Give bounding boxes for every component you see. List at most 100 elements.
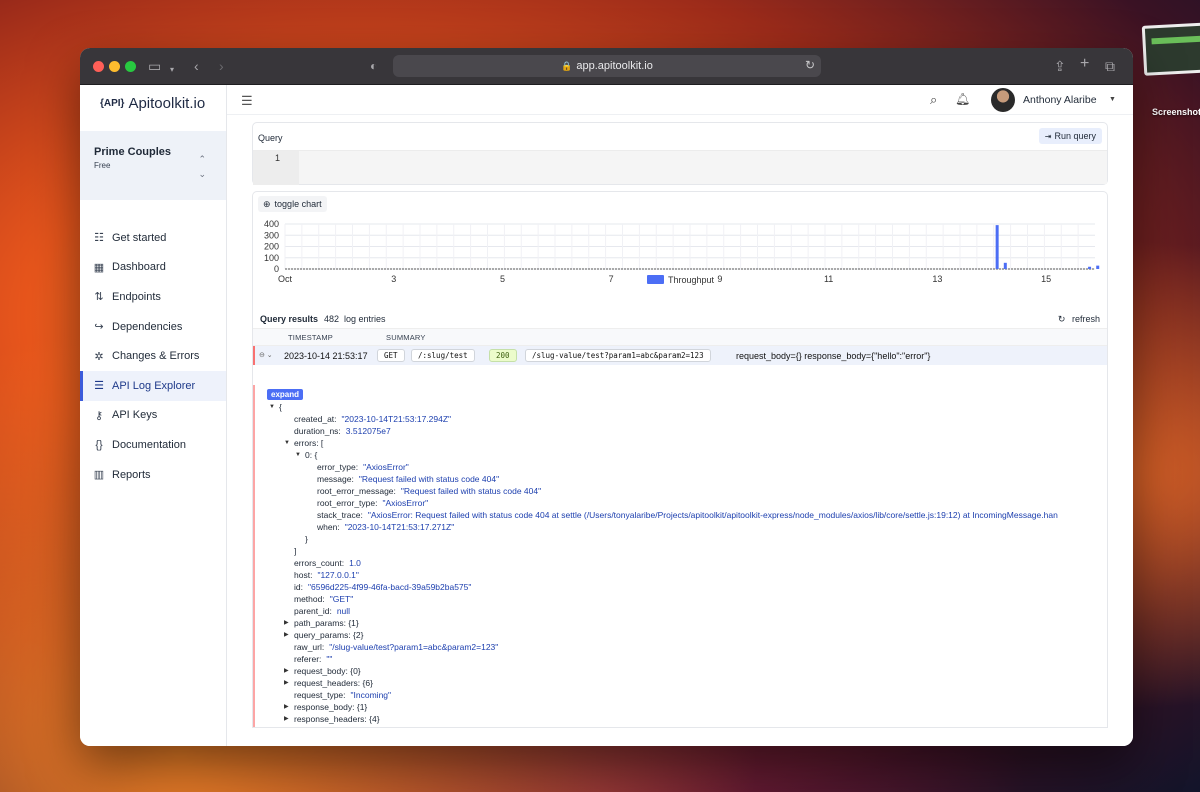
chart-y-tick-label: 200: [264, 242, 279, 252]
new-tab-icon[interactable]: +: [1080, 55, 1089, 73]
sidebar-item-api-keys[interactable]: ⚷ API Keys: [80, 401, 226, 431]
json-tree-line: stack_trace: "AxiosError: Request failed …: [317, 509, 1058, 521]
sidebar-item-get-started[interactable]: ☷ Get started: [80, 223, 226, 253]
chart-x-axis: Oct 3 5 7 9 11 13 15: [278, 274, 1051, 284]
caret-right-icon[interactable]: ▶: [284, 677, 289, 689]
json-key: errors_count:: [294, 558, 345, 568]
json-tree-line[interactable]: ▶ request_headers: {6}: [284, 677, 373, 689]
sidebar-item-reports[interactable]: ▥ Reports: [80, 460, 226, 490]
sidebar-item-changes-errors[interactable]: ✲ Changes & Errors: [80, 341, 226, 371]
json-key: when:: [317, 522, 340, 532]
refresh-button[interactable]: ↻ refresh: [1058, 314, 1100, 325]
chart-y-tick-label: 400: [264, 219, 279, 229]
column-summary: SUMMARY: [386, 333, 426, 342]
caret-right-icon[interactable]: ▶: [284, 713, 289, 725]
menu-icon[interactable]: ☰: [241, 93, 253, 109]
query-editor[interactable]: 1: [253, 150, 1107, 185]
key-icon: ⚷: [94, 409, 104, 422]
json-tree-line[interactable]: ▶ path_params: {1}: [284, 617, 359, 629]
minimize-window-button[interactable]: [109, 61, 120, 72]
app-logo[interactable]: {API} Apitoolkit.io: [80, 85, 226, 122]
user-name[interactable]: Anthony Alaribe: [1023, 94, 1097, 106]
results-entries-label: log entries: [344, 314, 386, 324]
search-icon[interactable]: ⌕: [930, 92, 937, 108]
bell-icon[interactable]: 🔔︎: [955, 92, 970, 106]
refresh-icon: ↻: [1057, 314, 1066, 324]
caret-right-icon[interactable]: ▶: [284, 701, 289, 713]
chart-panel: ⊕ toggle chart 400 300 200 100 0 Oct 3 5 7 9 11 13…: [252, 191, 1108, 315]
chart-bar: [1096, 265, 1100, 269]
json-key: 0: {: [305, 450, 318, 460]
desktop-screenshot-thumbnail[interactable]: [1141, 22, 1200, 76]
top-bar: ☰ ⌕ 🔔︎ Anthony Alaribe ▼: [227, 85, 1133, 115]
json-value: "": [326, 654, 333, 664]
run-query-button[interactable]: ⇥ Run query: [1038, 128, 1102, 144]
json-tree-line[interactable]: ▶ request_body: {0}: [284, 665, 361, 677]
project-switcher[interactable]: Prime Couples Free ⌃ ⌄: [80, 131, 226, 200]
chart-x-tick-label: 3: [391, 274, 396, 284]
reload-icon[interactable]: ↻: [805, 58, 815, 72]
caret-right-icon[interactable]: ▶: [284, 629, 289, 641]
row-expand-icon[interactable]: ⊖ ⌄: [259, 351, 273, 359]
chart-legend: Throughput: [647, 275, 715, 285]
sidebar-item-documentation[interactable]: {} Documentation: [80, 430, 226, 460]
json-tree-line[interactable]: ▼{: [269, 401, 282, 413]
json-tree-line[interactable]: ▼ errors: [: [284, 437, 323, 449]
run-icon: ⇥: [1044, 131, 1052, 141]
sidebar-item-endpoints[interactable]: ⇅ Endpoints: [80, 282, 226, 312]
json-key: response_headers: {4}: [294, 714, 380, 724]
caret-right-icon[interactable]: ▶: [284, 617, 289, 629]
tab-overview-icon[interactable]: ⧉: [1105, 57, 1115, 75]
json-value: "Request failed with status code 404": [400, 486, 542, 496]
toggle-chart-label: toggle chart: [274, 199, 322, 209]
sidebar-item-dependencies[interactable]: ↪ Dependencies: [80, 312, 226, 342]
endpoints-icon: ⇅: [94, 291, 104, 304]
avatar[interactable]: [991, 88, 1015, 112]
chart-toggle-icon: ⊕: [263, 198, 271, 209]
results-header: Query results 482 log entries ↻ refresh: [253, 308, 1107, 328]
chart-bar: [995, 225, 999, 269]
json-tree-line: sdk_type: "JsExpress": [294, 725, 381, 727]
throughput-chart: 400300 2001000 Oct 3 5 7 9 11 13 15 Throughput: [264, 219, 1100, 285]
row-summary: request_body={} response_body={"hello":"…: [736, 351, 931, 361]
json-key: stack_trace:: [317, 510, 363, 520]
json-tree-line[interactable]: ▼ 0: {: [295, 449, 318, 461]
caret-right-icon[interactable]: ▶: [284, 665, 289, 677]
json-tree-line[interactable]: ▶ response_headers: {4}: [284, 713, 380, 725]
table-row[interactable]: ⊖ ⌄ 2023-10-14 21:53:17 GET /:slug/test …: [253, 346, 1107, 365]
main-content: ☰ ⌕ 🔔︎ Anthony Alaribe ▼ Query ⇥ Run que…: [227, 85, 1133, 746]
chart-legend-swatch: [647, 275, 664, 284]
sidebar-toggle-icon[interactable]: ▭: [148, 57, 161, 75]
expand-button[interactable]: expand: [267, 389, 304, 400]
caret-down-icon[interactable]: ▼: [295, 449, 301, 461]
maximize-window-button[interactable]: [125, 61, 136, 72]
column-timestamp: TIMESTAMP: [288, 333, 333, 342]
address-bar[interactable]: 🔒 app.apitoolkit.io ↻: [393, 55, 821, 77]
json-tree-line: errors_count: 1.0: [294, 557, 361, 569]
json-value: "127.0.0.1": [317, 570, 359, 580]
sidebar-item-api-log-explorer[interactable]: ☰ API Log Explorer: [80, 370, 226, 401]
sidebar-item-dashboard[interactable]: ▦ Dashboard: [80, 253, 226, 283]
chart-bar: [1088, 266, 1092, 269]
caret-down-icon[interactable]: ▼: [269, 401, 275, 413]
forward-icon[interactable]: ›: [219, 57, 224, 75]
share-icon[interactable]: ⇪: [1054, 57, 1066, 75]
chart-x-tick-label: 11: [824, 274, 833, 284]
chevron-down-icon[interactable]: ▾: [170, 61, 174, 79]
toggle-chart-button[interactable]: ⊕ toggle chart: [258, 196, 327, 212]
close-window-button[interactable]: [93, 61, 104, 72]
json-key: path_params: {1}: [294, 618, 359, 628]
json-tree-line[interactable]: ▶ response_body: {1}: [284, 701, 367, 713]
json-key: request_type:: [294, 690, 346, 700]
privacy-shield-icon[interactable]: ◐: [370, 57, 377, 75]
project-plan: Free: [94, 161, 111, 170]
json-tree-line[interactable]: ▶ query_params: {2}: [284, 629, 363, 641]
json-value: "/slug-value/test?param1=abc&param2=123": [329, 642, 499, 652]
chart-x-tick-label: 5: [500, 274, 505, 284]
json-tree-line: when: "2023-10-14T21:53:17.271Z": [317, 521, 454, 533]
caret-down-icon[interactable]: ▼: [284, 437, 290, 449]
back-icon[interactable]: ‹: [194, 57, 199, 75]
caret-down-icon[interactable]: ▼: [1109, 96, 1116, 103]
list-icon: ☰: [94, 380, 104, 393]
json-key: request_headers: {6}: [294, 678, 373, 688]
